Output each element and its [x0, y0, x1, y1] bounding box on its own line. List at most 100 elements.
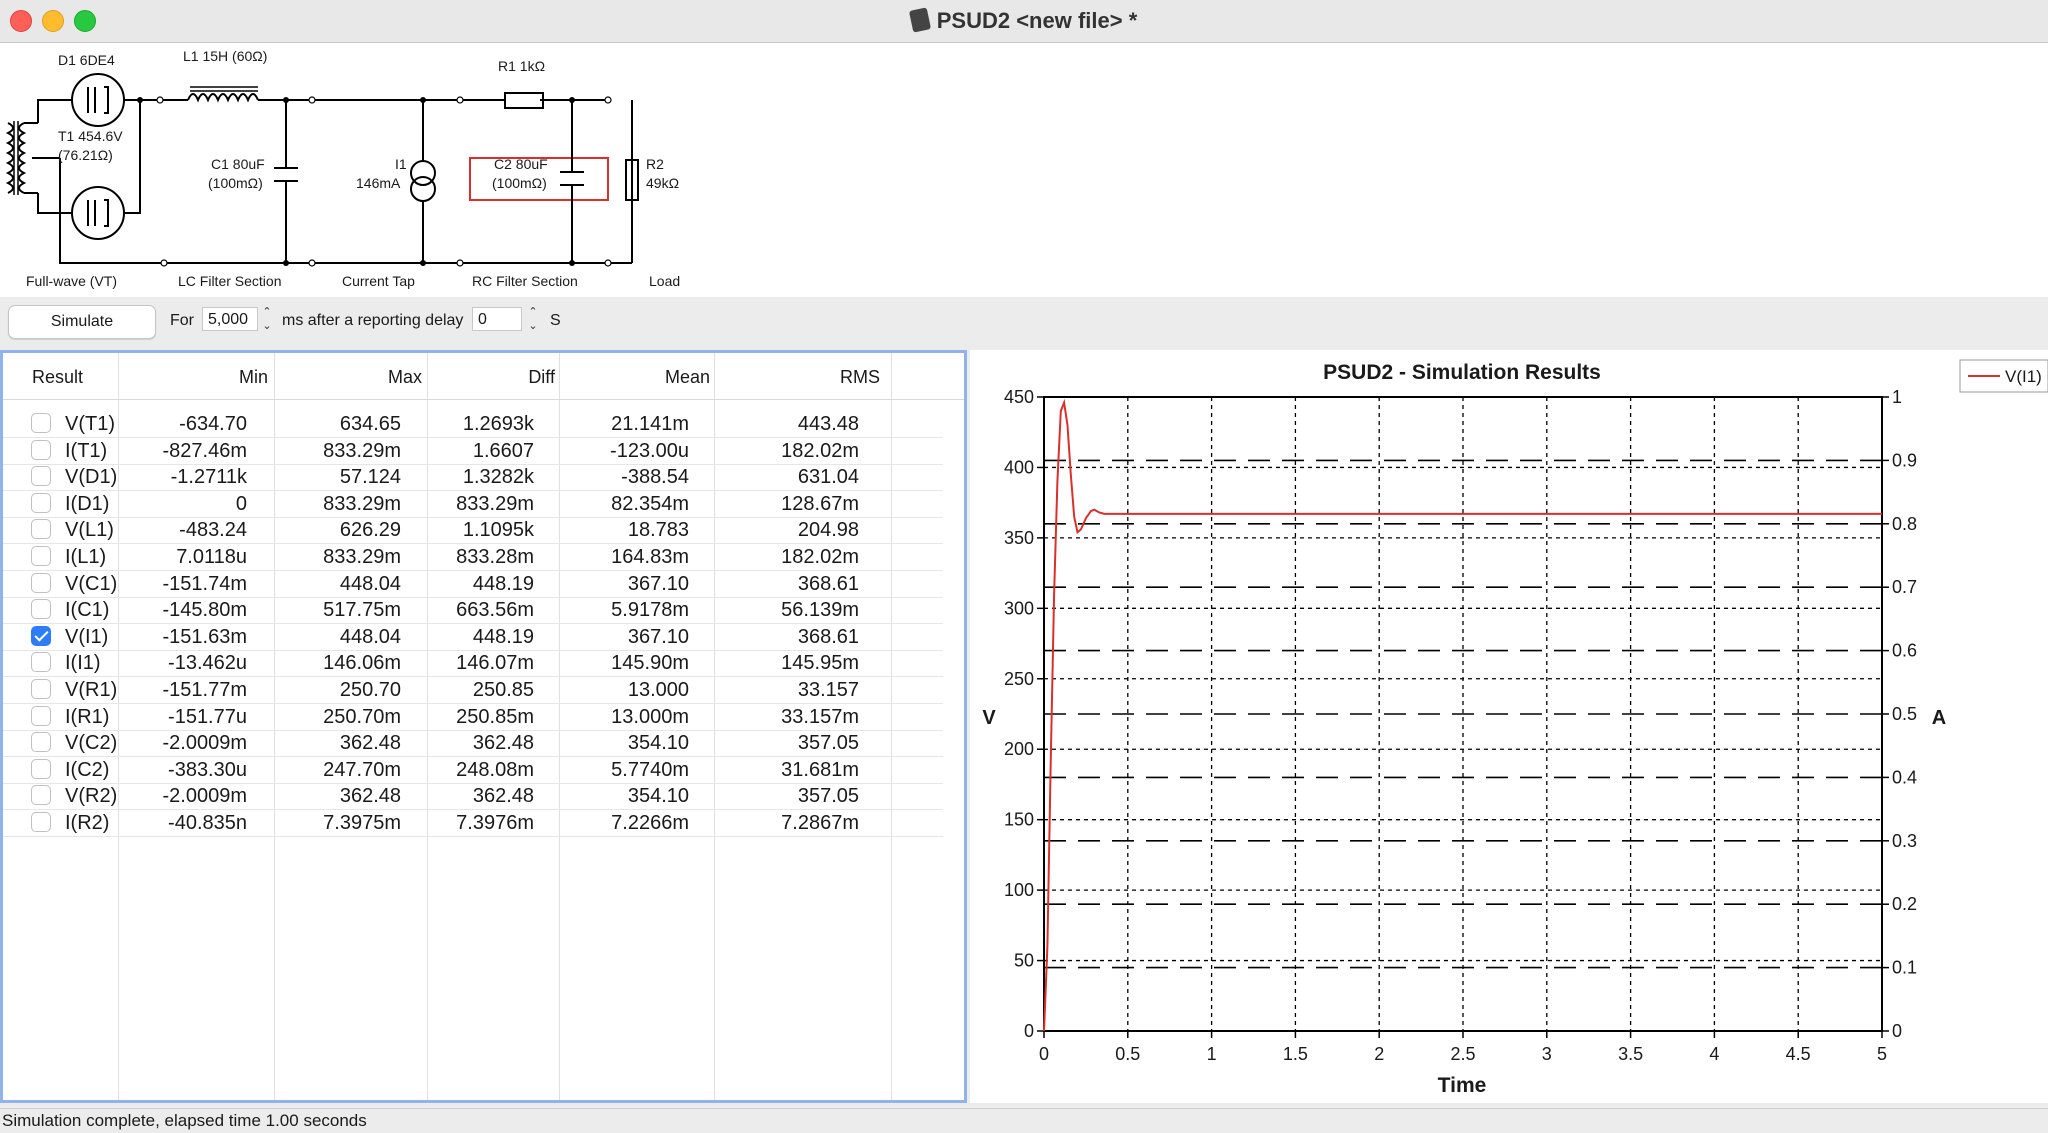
result-rms: 368.61: [797, 572, 859, 595]
plot-checkbox[interactable]: [31, 572, 51, 593]
plot-checkbox[interactable]: [31, 732, 51, 753]
result-diff: 362.48: [472, 785, 534, 808]
table-row[interactable]: V(D1) -1.2711k 57.124 1.3282k -388.54 631.04: [3, 464, 943, 492]
x-tick-label: 0.5: [1115, 1044, 1140, 1064]
plot-checkbox[interactable]: [31, 439, 51, 460]
x-tick-label: 1: [1207, 1044, 1217, 1064]
capacitor-c2[interactable]: [560, 100, 584, 263]
table-row[interactable]: I(C2) -383.30u 247.70m 248.08m 5.7740m 31.681…: [3, 757, 943, 784]
result-mean: 354.10: [627, 732, 689, 755]
rectifier-tube-bottom[interactable]: [37, 100, 141, 240]
section-label[interactable]: Load: [649, 273, 680, 289]
transformer-symbol[interactable]: [5, 121, 60, 195]
label-l1: L1 15H (60Ω): [183, 48, 267, 64]
result-mean: 5.9178m: [611, 599, 689, 622]
circuit-schematic[interactable]: D1 6DE4 L1 15H (60Ω) R1 1kΩ T1 454.6V (7…: [0, 43, 2048, 297]
y-tick-label: 300: [1004, 598, 1034, 618]
x-axis-label: Time: [1438, 1074, 1487, 1097]
duration-stepper[interactable]: ⌃ ⌄: [260, 305, 274, 335]
result-name: V(R2): [65, 785, 118, 808]
table-row[interactable]: V(L1) -483.24 626.29 1.1095k 18.783 204.98: [3, 517, 943, 545]
result-min: 7.0118u: [176, 546, 247, 568]
result-min: -2.0009m: [162, 732, 248, 755]
plot-checkbox[interactable]: [31, 492, 51, 513]
result-rms: 128.67m: [781, 492, 859, 515]
section-label[interactable]: Full-wave (VT): [26, 273, 117, 289]
label-c1-value: C1 80uF: [211, 156, 265, 172]
result-diff: 1.3282k: [462, 466, 534, 489]
current-source-i1[interactable]: [410, 100, 436, 263]
chart-legend[interactable]: V(I1): [1959, 359, 2048, 393]
plot-checkbox[interactable]: [31, 546, 51, 566]
table-row[interactable]: V(R1) -151.77m 250.70 250.85 13.000 33.157: [3, 677, 943, 704]
result-min: -483.24: [179, 519, 247, 542]
plot-checkbox[interactable]: [31, 652, 51, 673]
column-header-rms[interactable]: RMS: [840, 367, 880, 388]
document-icon: [908, 7, 931, 33]
table-row[interactable]: V(C1) -151.74m 448.04 448.19 367.10 368.61: [3, 571, 943, 598]
result-diff: 1.6607: [472, 439, 534, 462]
result-diff: 833.28m: [456, 546, 534, 568]
inductor-l1[interactable]: [160, 86, 312, 103]
label-i1-name: I1: [395, 156, 407, 172]
result-max: 362.48: [339, 732, 401, 755]
delay-stepper[interactable]: ⌃ ⌄: [526, 305, 540, 335]
result-diff: 7.3976m: [456, 812, 534, 834]
result-mean: 367.10: [627, 625, 689, 648]
result-diff: 250.85m: [456, 705, 534, 728]
delay-input[interactable]: 0: [472, 307, 522, 331]
section-label[interactable]: Current Tap: [342, 273, 415, 289]
column-header-max[interactable]: Max: [388, 367, 422, 388]
plot-checkbox[interactable]: [31, 413, 51, 433]
label-c2-esr: (100mΩ): [492, 175, 547, 191]
table-row[interactable]: I(D1) 0 833.29m 833.29m 82.354m 128.67m: [3, 491, 943, 518]
plot-checkbox[interactable]: [31, 519, 51, 540]
result-rms: 33.157m: [781, 705, 859, 728]
plot-checkbox[interactable]: [31, 785, 51, 806]
plot-checkbox[interactable]: [31, 679, 51, 699]
table-row[interactable]: I(T1) -827.46m 833.29m 1.6607 -123.00u 182.02…: [3, 438, 943, 465]
y-axis-label: V: [982, 707, 996, 729]
result-min: -2.0009m: [162, 785, 248, 808]
column-header-diff[interactable]: Diff: [528, 367, 555, 388]
result-diff: 146.07m: [456, 652, 534, 675]
chart-title: PSUD2 - Simulation Results: [1323, 361, 1601, 384]
plot-checkbox[interactable]: [31, 758, 51, 779]
simulation-chart[interactable]: PSUD2 - Simulation Results Time V A V(I1…: [970, 350, 2048, 1103]
x-tick-label: 3.5: [1618, 1044, 1643, 1064]
result-min: -13.462u: [168, 652, 247, 675]
duration-input[interactable]: 5,000: [202, 307, 258, 331]
table-row[interactable]: V(R2) -2.0009m 362.48 362.48 354.10 357.05: [3, 783, 943, 811]
column-header-mean[interactable]: Mean: [665, 367, 710, 388]
result-diff: 362.48: [472, 732, 534, 755]
section-label[interactable]: RC Filter Section: [472, 273, 578, 289]
plot-checkbox[interactable]: [31, 599, 51, 620]
plot-checkbox[interactable]: [31, 466, 51, 487]
plot-checkbox[interactable]: [31, 625, 51, 646]
y-tick-label: 400: [1004, 457, 1034, 477]
table-row[interactable]: I(I1) -13.462u 146.06m 146.07m 145.90m 145.95…: [3, 650, 943, 678]
table-row[interactable]: V(T1) -634.70 634.65 1.2693k 21.141m 443.48: [3, 411, 943, 438]
column-header-result[interactable]: Result: [32, 367, 83, 388]
table-row[interactable]: I(R1) -151.77u 250.70m 250.85m 13.000m 33.157…: [3, 704, 943, 731]
result-max: 626.29: [339, 519, 401, 542]
table-row[interactable]: I(C1) -145.80m 517.75m 663.56m 5.9178m 56.139…: [3, 597, 943, 625]
column-header-min[interactable]: Min: [239, 367, 268, 388]
results-table[interactable]: Result Min Max Diff Mean RMS V(T1) -634.7…: [0, 350, 967, 1103]
section-label[interactable]: LC Filter Section: [178, 273, 281, 289]
y-tick-label: 0: [1024, 1021, 1034, 1041]
table-row[interactable]: I(L1) 7.0118u 833.29m 833.28m 164.83m 182.02m: [3, 544, 943, 571]
plot-checkbox[interactable]: [31, 812, 51, 832]
table-row[interactable]: V(I1) -151.63m 448.04 448.19 367.10 368.61: [3, 624, 943, 651]
table-row[interactable]: V(C2) -2.0009m 362.48 362.48 354.10 357.05: [3, 730, 943, 758]
y-tick-label: 50: [1014, 951, 1034, 971]
result-rms: 145.95m: [781, 652, 859, 675]
simulate-button[interactable]: Simulate: [8, 305, 156, 339]
plot-checkbox[interactable]: [31, 705, 51, 726]
simulation-controls: Simulate For 5,000 ⌃ ⌄ ms after a reporti…: [0, 297, 2048, 347]
label-r2-name: R2: [646, 156, 664, 172]
table-row[interactable]: I(R2) -40.835n 7.3975m 7.3976m 7.2266m 7.2867…: [3, 810, 943, 837]
result-rms: 357.05: [797, 732, 859, 755]
resistor-r1[interactable]: [504, 92, 544, 109]
capacitor-c1[interactable]: [274, 100, 298, 263]
